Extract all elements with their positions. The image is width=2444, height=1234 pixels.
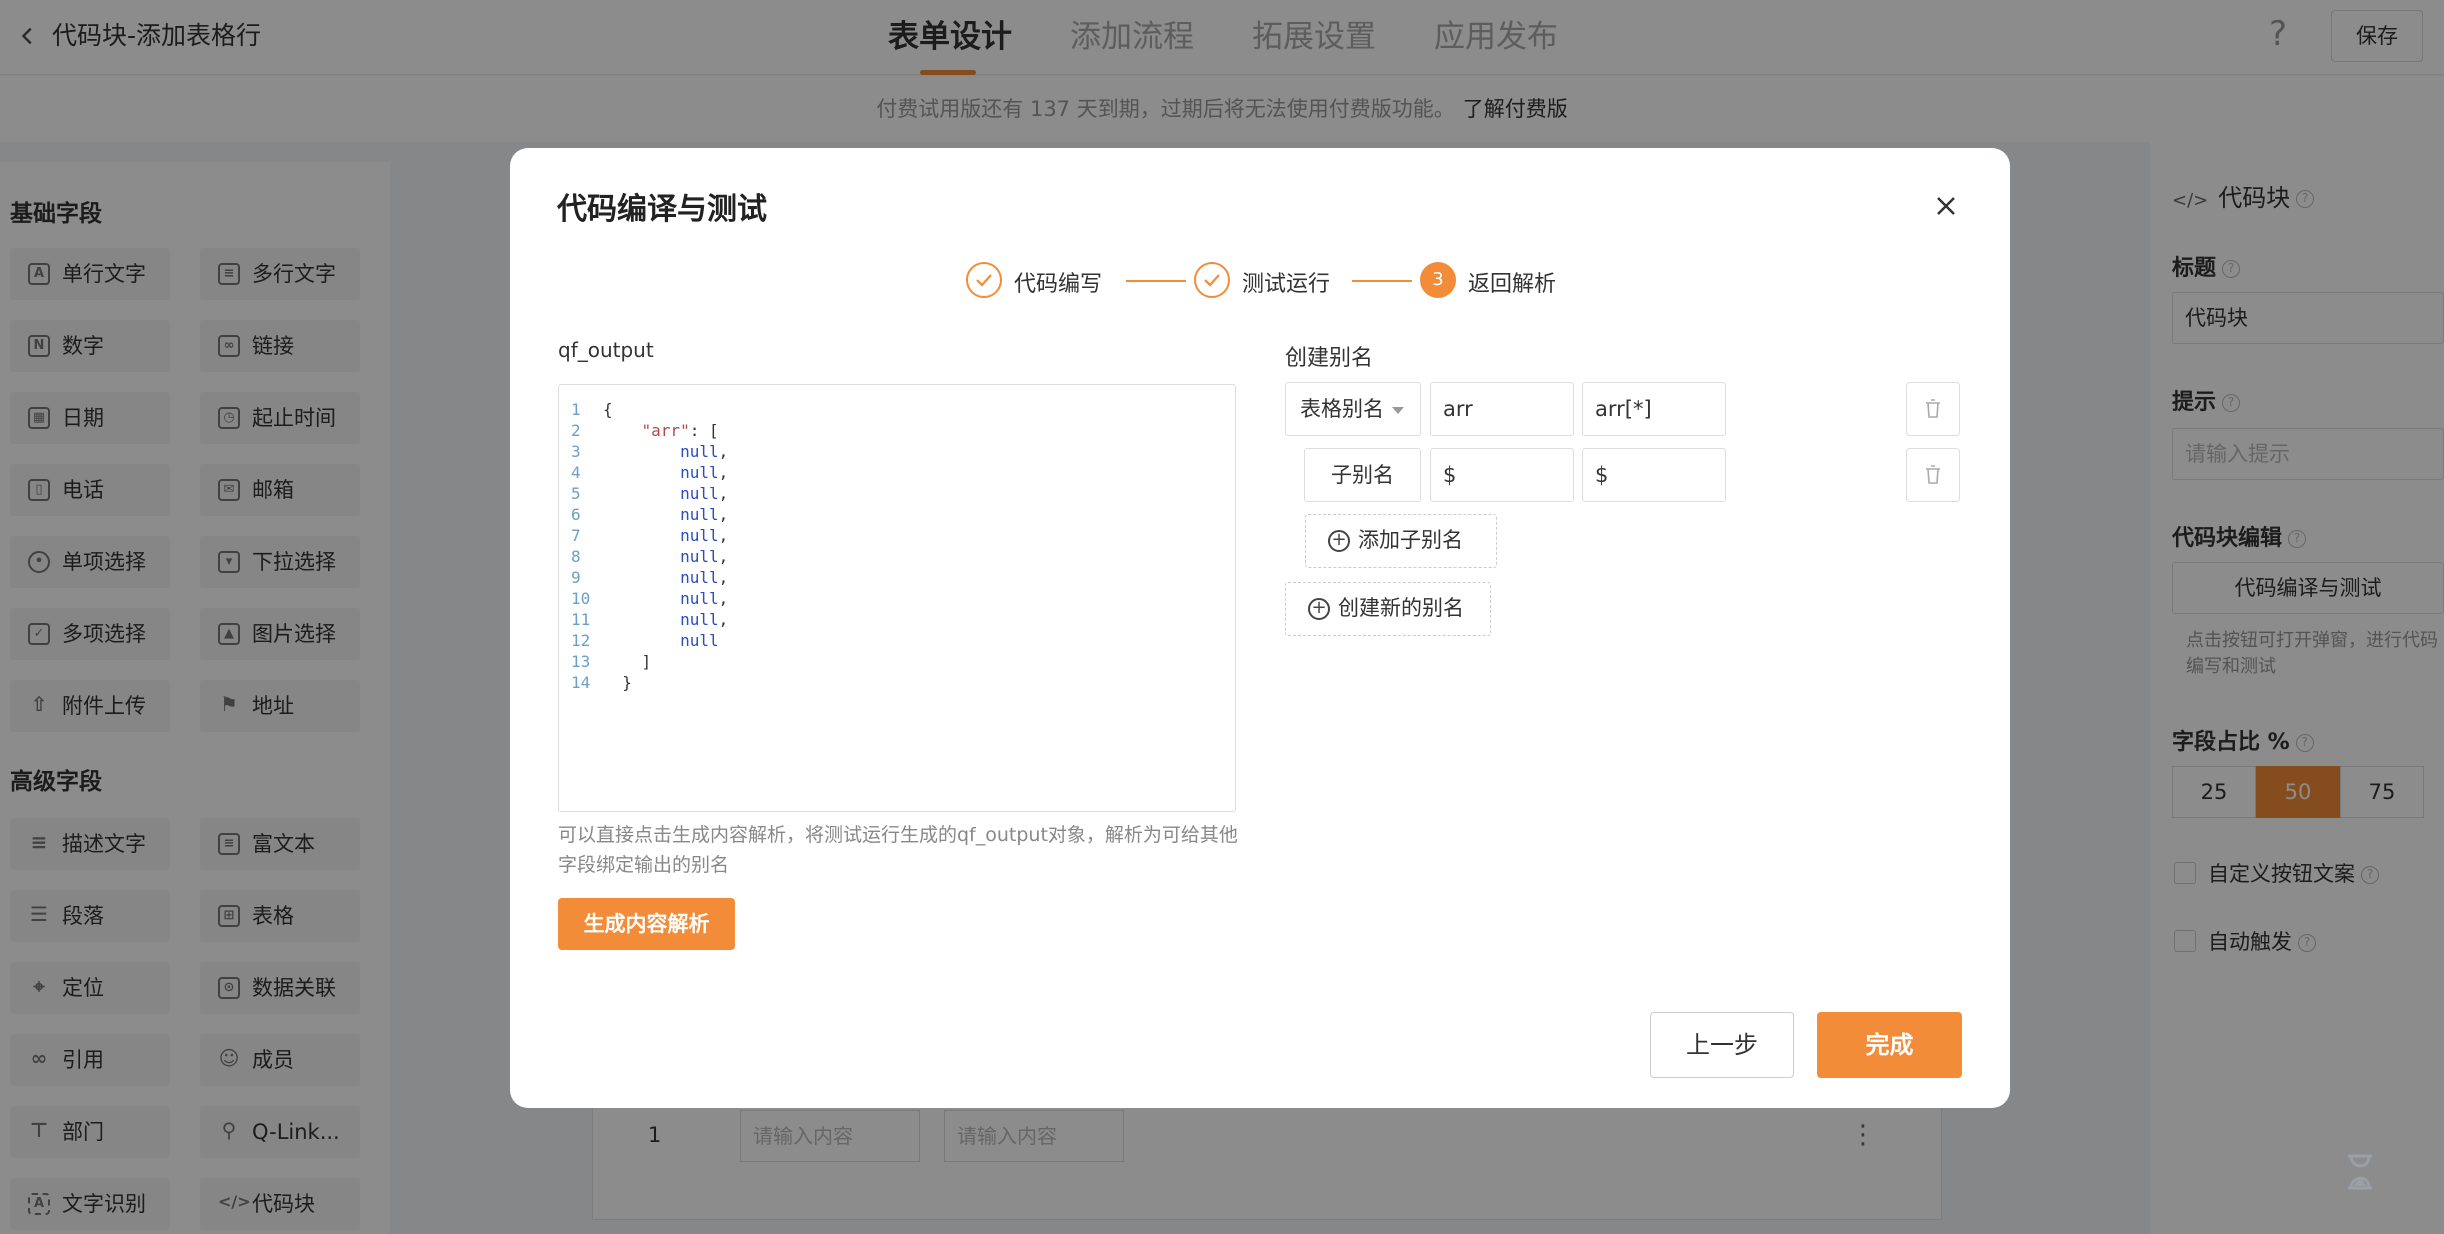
plus-circle-icon: + <box>1308 598 1330 620</box>
line-number: 12 <box>571 631 591 650</box>
line-number: 11 <box>571 610 591 629</box>
code-line: 1{ <box>559 399 1235 420</box>
code-line: 7 null, <box>559 525 1235 546</box>
line-number: 4 <box>571 463 581 482</box>
alias-path-input[interactable]: arr[*] <box>1582 382 1726 436</box>
line-number: 8 <box>571 547 581 566</box>
close-icon[interactable] <box>1928 188 1964 224</box>
parse-hint: 可以直接点击生成内容解析，将测试运行生成的qf_output对象，解析为可给其他… <box>558 824 1238 876</box>
create-new-alias-label: 创建新的别名 <box>1338 596 1464 620</box>
step-number: 3 <box>1420 262 1456 298</box>
table-alias-select[interactable]: 表格别名 <box>1285 382 1421 436</box>
hourglass-icon[interactable] <box>2338 1150 2382 1194</box>
code-line: 13 ] <box>559 651 1235 672</box>
code-text: null, <box>680 526 729 545</box>
line-number: 14 <box>571 673 591 692</box>
line-number: 13 <box>571 652 591 671</box>
table-alias-select-value: 表格别名 <box>1300 397 1384 421</box>
step-connector <box>1352 280 1412 282</box>
line-number: 10 <box>571 589 591 608</box>
line-number: 6 <box>571 505 581 524</box>
code-text: } <box>603 673 632 692</box>
delete-sub-alias-trash-icon[interactable] <box>1906 448 1960 502</box>
step-label: 代码编写 <box>1014 272 1103 297</box>
dialog-title: 代码编译与测试 <box>557 192 767 227</box>
add-sub-alias-label: 添加子别名 <box>1358 528 1463 552</box>
create-new-alias-button[interactable]: + 创建新的别名 <box>1285 582 1491 636</box>
code-text: null, <box>680 505 729 524</box>
step-done-check-icon <box>966 262 1002 298</box>
sub-alias-name-input[interactable]: $ <box>1430 448 1574 502</box>
code-line: 3 null, <box>559 441 1235 462</box>
step-done-check-icon <box>1194 262 1230 298</box>
code-text: "arr": [ <box>641 421 719 440</box>
line-number: 3 <box>571 442 581 461</box>
line-number: 9 <box>571 568 581 587</box>
code-text: null, <box>680 442 729 461</box>
code-text: null, <box>680 547 729 566</box>
create-alias-title: 创建别名 <box>1285 346 1374 371</box>
code-line: 6 null, <box>559 504 1235 525</box>
line-number: 5 <box>571 484 581 503</box>
code-compile-test-dialog: 代码编译与测试 代码编写 测试运行 3 返回解析 qf_output 1{2 "… <box>510 148 2010 1108</box>
step-label: 返回解析 <box>1468 272 1557 297</box>
code-line: 8 null, <box>559 546 1235 567</box>
code-line: 14 } <box>559 672 1235 693</box>
plus-circle-icon: + <box>1328 530 1350 552</box>
code-text: ] <box>603 652 652 671</box>
code-text: null, <box>680 610 729 629</box>
code-text: null, <box>680 589 729 608</box>
previous-step-button[interactable]: 上一步 <box>1650 1012 1794 1078</box>
line-number: 2 <box>571 421 581 440</box>
code-text: null, <box>680 463 729 482</box>
code-line: 4 null, <box>559 462 1235 483</box>
sub-alias-label: 子别名 <box>1304 448 1421 502</box>
line-number: 1 <box>571 400 581 419</box>
code-line: 12 null <box>559 630 1235 651</box>
caret-down-icon <box>1392 407 1404 414</box>
code-text: null <box>680 631 719 650</box>
code-output-viewer[interactable]: 1{2 "arr": [3 null, 4 null, 5 null, 6 null,… <box>558 384 1236 812</box>
code-text: null, <box>680 484 729 503</box>
output-label: qf_output <box>558 338 654 362</box>
code-line: 2 "arr": [ <box>559 420 1235 441</box>
code-line: 9 null, <box>559 567 1235 588</box>
code-text: { <box>603 400 613 419</box>
generate-parse-button[interactable]: 生成内容解析 <box>558 898 735 950</box>
finish-button[interactable]: 完成 <box>1817 1012 1962 1078</box>
step-label: 测试运行 <box>1242 272 1331 297</box>
step-connector <box>1126 280 1186 282</box>
code-text: null, <box>680 568 729 587</box>
add-sub-alias-button[interactable]: + 添加子别名 <box>1305 514 1497 568</box>
code-line: 11 null, <box>559 609 1235 630</box>
alias-name-input[interactable]: arr <box>1430 382 1574 436</box>
sub-alias-path-input[interactable]: $ <box>1582 448 1726 502</box>
code-line: 10 null, <box>559 588 1235 609</box>
line-number: 7 <box>571 526 581 545</box>
code-line: 5 null, <box>559 483 1235 504</box>
delete-alias-trash-icon[interactable] <box>1906 382 1960 436</box>
